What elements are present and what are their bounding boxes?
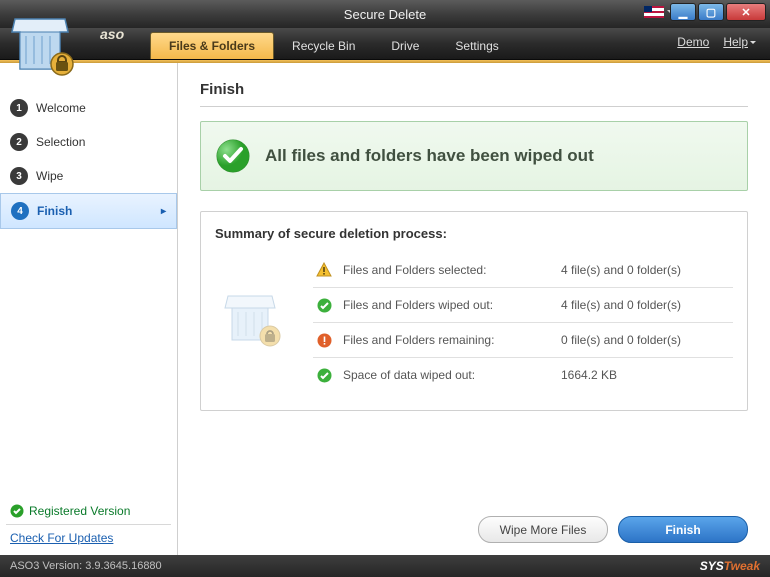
status-bar: ASO3 Version: 3.9.3645.16880 SYSTweak	[0, 555, 770, 577]
summary-label: Files and Folders selected:	[343, 263, 561, 277]
summary-label: Files and Folders remaining:	[343, 333, 561, 347]
success-banner: All files and folders have been wiped ou…	[200, 121, 748, 191]
step-number-badge: 1	[10, 99, 28, 117]
content-area: Finish All files and folders have been w…	[178, 63, 770, 555]
maximize-button[interactable]: ▢	[698, 3, 724, 21]
summary-table: Files and Folders selected: 4 file(s) an…	[313, 253, 733, 392]
vendor-label: SYSTweak	[700, 559, 760, 573]
step-number-badge: 4	[11, 202, 29, 220]
tab-recycle-bin[interactable]: Recycle Bin	[274, 33, 373, 59]
step-number-badge: 2	[10, 133, 28, 151]
step-welcome[interactable]: 1 Welcome	[0, 91, 177, 125]
summary-value: 4 file(s) and 0 folder(s)	[561, 298, 731, 312]
banner-text: All files and folders have been wiped ou…	[265, 146, 594, 166]
warning-icon	[315, 261, 333, 279]
page-title: Finish	[200, 81, 748, 98]
summary-row-space: Space of data wiped out: 1664.2 KB	[313, 358, 733, 392]
step-wipe[interactable]: 3 Wipe	[0, 159, 177, 193]
summary-row-remaining: Files and Folders remaining: 0 file(s) a…	[313, 323, 733, 358]
step-label: Finish	[37, 204, 72, 218]
window-title: Secure Delete	[344, 7, 426, 22]
summary-title: Summary of secure deletion process:	[215, 226, 733, 241]
checkmark-circle-icon	[215, 138, 251, 174]
success-icon	[315, 296, 333, 314]
summary-value: 4 file(s) and 0 folder(s)	[561, 263, 731, 277]
divider	[200, 106, 748, 107]
brand-label: aso	[100, 26, 124, 42]
step-selection[interactable]: 2 Selection	[0, 125, 177, 159]
shredder-icon	[215, 278, 295, 368]
finish-button[interactable]: Finish	[618, 516, 748, 543]
help-link[interactable]: Help	[723, 35, 756, 49]
tab-settings[interactable]: Settings	[437, 33, 516, 59]
demo-link[interactable]: Demo	[677, 35, 709, 49]
summary-value: 0 file(s) and 0 folder(s)	[561, 333, 731, 347]
tab-drive[interactable]: Drive	[373, 33, 437, 59]
tab-files-folders[interactable]: Files & Folders	[150, 32, 274, 59]
chevron-down-icon	[750, 41, 756, 44]
wipe-more-button[interactable]: Wipe More Files	[478, 516, 608, 543]
step-label: Welcome	[36, 101, 86, 115]
step-finish[interactable]: 4 Finish	[0, 193, 177, 229]
registered-version-label: Registered Version	[10, 504, 167, 518]
flag-us-icon	[644, 6, 664, 18]
summary-label: Files and Folders wiped out:	[343, 298, 561, 312]
step-label: Wipe	[36, 169, 63, 183]
wizard-sidebar: 1 Welcome 2 Selection 3 Wipe 4 Finish Re…	[0, 63, 178, 555]
step-label: Selection	[36, 135, 85, 149]
checkmark-icon	[10, 504, 24, 518]
titlebar: Secure Delete ▁ ▢ ✕	[0, 0, 770, 28]
success-icon	[315, 366, 333, 384]
minimize-button[interactable]: ▁	[670, 3, 696, 21]
check-updates-link[interactable]: Check For Updates	[10, 531, 167, 545]
main-tabs: aso Files & Folders Recycle Bin Drive Se…	[0, 28, 770, 60]
summary-row-wiped: Files and Folders wiped out: 4 file(s) a…	[313, 288, 733, 323]
summary-value: 1664.2 KB	[561, 368, 731, 382]
error-icon	[315, 331, 333, 349]
step-number-badge: 3	[10, 167, 28, 185]
summary-panel: Summary of secure deletion process:	[200, 211, 748, 411]
summary-label: Space of data wiped out:	[343, 368, 561, 382]
close-button[interactable]: ✕	[726, 3, 766, 21]
version-label: ASO3 Version: 3.9.3645.16880	[10, 560, 162, 572]
summary-row-selected: Files and Folders selected: 4 file(s) an…	[313, 253, 733, 288]
app-logo-icon	[10, 14, 80, 84]
